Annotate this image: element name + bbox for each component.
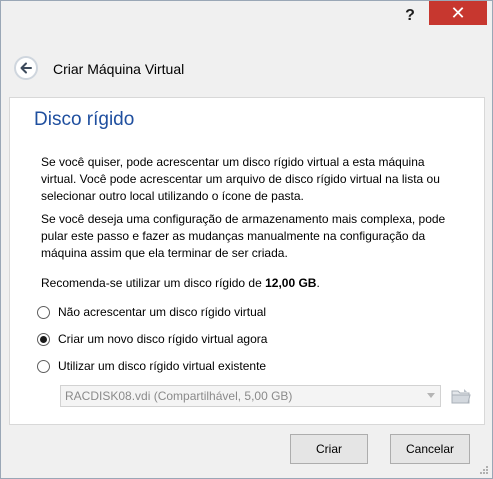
page-heading: Disco rígido <box>34 109 135 130</box>
close-button[interactable]: ✕ <box>429 1 487 25</box>
option-no-disk[interactable]: Não acrescentar um disco rígido virtual <box>37 305 266 319</box>
description-paragraph-2: Se você deseja uma configuração de armaz… <box>41 212 446 260</box>
radio-use-existing-disk[interactable] <box>37 359 50 373</box>
recommendation-prefix: Recomenda-se utilizar um disco rígido de <box>41 276 266 290</box>
description-paragraph-1: Se você quiser, pode acrescentar um disc… <box>41 155 440 203</box>
help-button[interactable]: ? <box>397 5 423 27</box>
choose-disk-file-button[interactable] <box>451 387 471 405</box>
wizard-header: Criar Máquina Virtual <box>1 41 492 91</box>
existing-disk-select[interactable]: RACDISK08.vdi (Compartilhável, 5,00 GB) <box>60 385 441 407</box>
title-bar: ? ✕ <box>1 1 492 35</box>
dialog-window: ? ✕ Criar Máquina Virtual Disco rígido S… <box>0 0 493 479</box>
create-button[interactable]: Criar <box>290 434 368 464</box>
radio-no-disk[interactable] <box>37 305 50 319</box>
option-create-new-disk[interactable]: Criar um novo disco rígido virtual agora <box>37 332 267 346</box>
recommendation-suffix: . <box>316 276 320 290</box>
back-button[interactable] <box>14 56 38 80</box>
resize-grip-icon[interactable] <box>479 465 489 475</box>
option-use-existing-disk-label: Utilizar um disco rígido virtual existen… <box>58 359 267 373</box>
wizard-title: Criar Máquina Virtual <box>53 61 185 77</box>
recommendation-text: Recomenda-se utilizar um disco rígido de… <box>41 275 461 292</box>
arrow-left-icon <box>20 62 32 74</box>
folder-icon <box>451 389 471 404</box>
chevron-down-icon <box>427 393 435 398</box>
option-use-existing-disk[interactable]: Utilizar um disco rígido virtual existen… <box>37 359 266 373</box>
existing-disk-select-value: RACDISK08.vdi (Compartilhável, 5,00 GB) <box>65 389 293 403</box>
radio-create-new-disk[interactable] <box>37 332 50 346</box>
content-panel: Disco rígido Se você quiser, pode acresc… <box>9 97 485 425</box>
option-no-disk-label: Não acrescentar um disco rígido virtual <box>58 305 267 319</box>
option-create-new-disk-label: Criar um novo disco rígido virtual agora <box>58 332 268 346</box>
cancel-button[interactable]: Cancelar <box>390 434 470 464</box>
radio-selected-dot <box>40 335 47 343</box>
recommended-size: 12,00 GB <box>265 276 317 290</box>
